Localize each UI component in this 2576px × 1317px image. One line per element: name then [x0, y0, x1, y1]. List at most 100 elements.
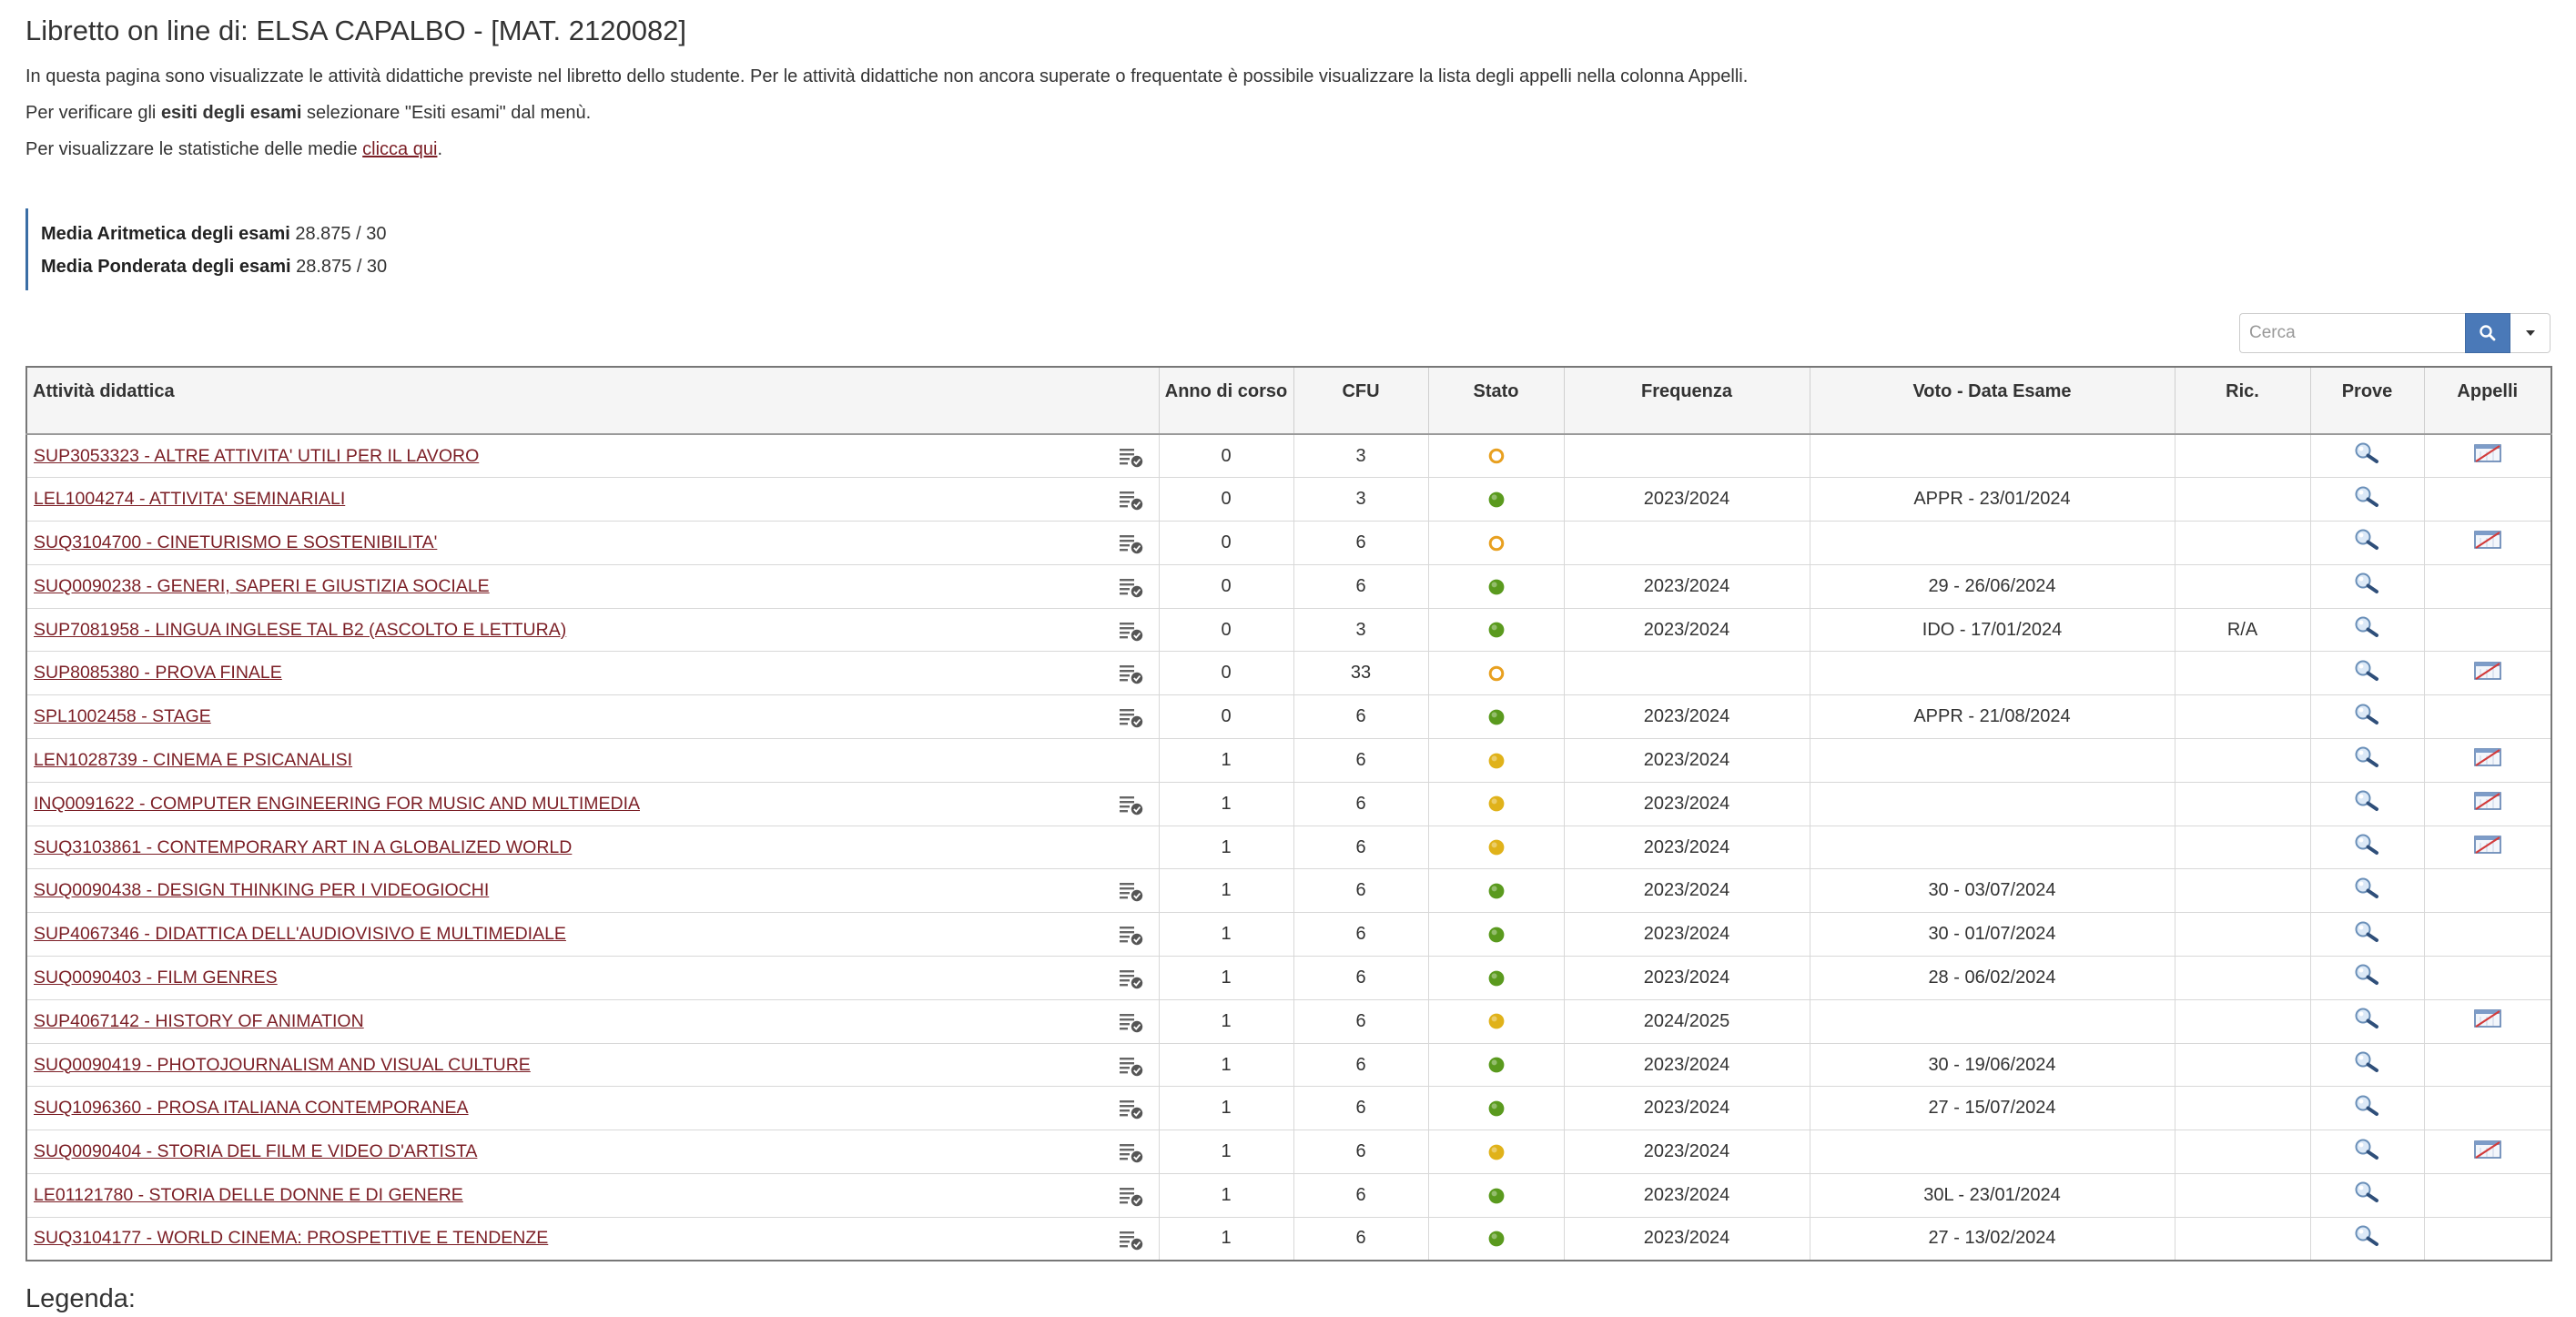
- cell-attivita: SUQ0090438 - DESIGN THINKING PER I VIDEO…: [26, 868, 1160, 913]
- cell-ric: [2175, 912, 2311, 957]
- col-cfu[interactable]: CFU: [1293, 367, 1429, 435]
- activity-link[interactable]: SUQ3103861 - CONTEMPORARY ART IN A GLOBA…: [34, 837, 572, 857]
- cell-anno: 1: [1159, 738, 1294, 783]
- activity-link[interactable]: INQ0091622 - COMPUTER ENGINEERING FOR MU…: [34, 794, 640, 814]
- activity-link[interactable]: SUQ3104177 - WORLD CINEMA: PROSPETTIVE E…: [34, 1228, 548, 1248]
- activity-details-icon[interactable]: [1119, 794, 1144, 816]
- cell-attivita: SPL1002458 - STAGE: [26, 694, 1160, 739]
- activity-details-icon[interactable]: [1119, 1055, 1144, 1077]
- magnifier-icon[interactable]: [2352, 1180, 2383, 1210]
- cell-cfu: 6: [1293, 694, 1429, 739]
- no-appelli-calendar-icon[interactable]: [2473, 1008, 2502, 1035]
- activity-details-icon[interactable]: [1119, 1141, 1144, 1163]
- cell-ric: R/A: [2175, 607, 2311, 652]
- magnifier-icon[interactable]: [2352, 528, 2383, 557]
- activity-link[interactable]: LE01121780 - STORIA DELLE DONNE E DI GEN…: [34, 1185, 463, 1205]
- magnifier-icon[interactable]: [2352, 1050, 2383, 1079]
- magnifier-icon[interactable]: [2352, 745, 2383, 775]
- activity-link[interactable]: SUQ1096360 - PROSA ITALIANA CONTEMPORANE…: [34, 1098, 469, 1118]
- cell-stato: [1428, 433, 1565, 478]
- activity-link[interactable]: SUP4067346 - DIDATTICA DELL'AUDIOVISIVO …: [34, 924, 566, 944]
- activity-details-icon[interactable]: [1119, 532, 1144, 554]
- status-superata-icon: [1487, 1099, 1506, 1118]
- cell-attivita: SUQ0090419 - PHOTOJOURNALISM AND VISUAL …: [26, 1042, 1160, 1087]
- magnifier-icon[interactable]: [2352, 441, 2383, 471]
- no-appelli-calendar-icon[interactable]: [2473, 790, 2502, 817]
- activity-details-icon[interactable]: [1119, 446, 1144, 468]
- search-options-dropdown[interactable]: [2510, 313, 2551, 353]
- cell-attivita: LEL1004274 - ATTIVITA' SEMINARIALI: [26, 477, 1160, 522]
- cell-prove: [2310, 956, 2425, 1000]
- magnifier-icon[interactable]: [2352, 703, 2383, 732]
- col-appelli[interactable]: Appelli: [2424, 367, 2552, 435]
- activity-details-icon[interactable]: [1119, 620, 1144, 642]
- activity-details-icon[interactable]: [1119, 1011, 1144, 1033]
- cell-voto: [1810, 825, 2175, 869]
- cell-voto: 30 - 03/07/2024: [1810, 868, 2175, 913]
- no-appelli-calendar-icon[interactable]: [2473, 746, 2502, 774]
- no-appelli-calendar-icon[interactable]: [2473, 529, 2502, 556]
- magnifier-icon[interactable]: [2352, 1138, 2383, 1167]
- activity-details-icon[interactable]: [1119, 967, 1144, 989]
- clicca-qui-link[interactable]: clicca qui: [362, 139, 437, 159]
- magnifier-icon[interactable]: [2352, 572, 2383, 601]
- activity-link[interactable]: SUP3053323 - ALTRE ATTIVITA' UTILI PER I…: [34, 446, 479, 466]
- magnifier-icon[interactable]: [2352, 833, 2383, 862]
- activity-details-icon[interactable]: [1119, 576, 1144, 598]
- cell-appelli: [2424, 1130, 2552, 1174]
- activity-details-icon[interactable]: [1119, 1229, 1144, 1251]
- activity-details-icon[interactable]: [1119, 1098, 1144, 1119]
- magnifier-icon[interactable]: [2352, 963, 2383, 992]
- cell-ric: [2175, 825, 2311, 869]
- cell-frequenza: 2023/2024: [1564, 1042, 1810, 1087]
- activity-link[interactable]: SUQ0090238 - GENERI, SAPERI E GIUSTIZIA …: [34, 576, 490, 596]
- magnifier-icon[interactable]: [2352, 615, 2383, 644]
- search-input[interactable]: [2239, 313, 2465, 353]
- col-voto[interactable]: Voto - Data Esame: [1810, 367, 2175, 435]
- magnifier-icon[interactable]: [2352, 485, 2383, 514]
- cell-anno: 1: [1159, 1216, 1294, 1261]
- libretto-body: SUP3053323 - ALTRE ATTIVITA' UTILI PER I…: [26, 433, 2552, 1261]
- col-attivita[interactable]: Attività didattica: [26, 367, 1160, 435]
- activity-details-icon[interactable]: [1119, 1185, 1144, 1207]
- activity-details-icon[interactable]: [1119, 489, 1144, 511]
- activity-link[interactable]: SUQ0090438 - DESIGN THINKING PER I VIDEO…: [34, 880, 489, 900]
- magnifier-icon[interactable]: [2352, 1224, 2383, 1253]
- activity-link[interactable]: SUP4067142 - HISTORY OF ANIMATION: [34, 1011, 364, 1031]
- activity-link[interactable]: LEL1004274 - ATTIVITA' SEMINARIALI: [34, 489, 345, 509]
- activity-link[interactable]: SUQ0090404 - STORIA DEL FILM E VIDEO D'A…: [34, 1141, 477, 1161]
- col-frequenza[interactable]: Frequenza: [1564, 367, 1810, 435]
- activity-link[interactable]: SPL1002458 - STAGE: [34, 706, 211, 726]
- magnifier-icon[interactable]: [2352, 920, 2383, 949]
- magnifier-icon[interactable]: [2352, 1094, 2383, 1123]
- activity-link[interactable]: SUQ0090403 - FILM GENRES: [34, 967, 278, 988]
- no-appelli-calendar-icon[interactable]: [2473, 442, 2502, 470]
- cell-frequenza: 2023/2024: [1564, 1130, 1810, 1174]
- col-prove[interactable]: Prove: [2310, 367, 2425, 435]
- col-ric[interactable]: Ric.: [2175, 367, 2311, 435]
- no-appelli-calendar-icon[interactable]: [2473, 660, 2502, 687]
- activity-details-icon[interactable]: [1119, 663, 1144, 684]
- activity-details-icon[interactable]: [1119, 880, 1144, 902]
- activity-link[interactable]: SUP7081958 - LINGUA INGLESE TAL B2 (ASCO…: [34, 620, 566, 640]
- no-appelli-calendar-icon[interactable]: [2473, 1139, 2502, 1166]
- table-row: SUQ0090404 - STORIA DEL FILM E VIDEO D'A…: [26, 1130, 2552, 1174]
- cell-frequenza: 2023/2024: [1564, 477, 1810, 522]
- activity-link[interactable]: LEN1028739 - CINEMA E PSICANALISI: [34, 750, 352, 770]
- col-anno[interactable]: Anno di corso: [1159, 367, 1294, 435]
- activity-link[interactable]: SUP8085380 - PROVA FINALE: [34, 663, 282, 683]
- cell-anno: 0: [1159, 607, 1294, 652]
- activity-details-icon[interactable]: [1119, 924, 1144, 946]
- media-ponderata: Media Ponderata degli esami 28.875 / 30: [41, 257, 388, 277]
- activity-link[interactable]: SUQ0090419 - PHOTOJOURNALISM AND VISUAL …: [34, 1055, 531, 1075]
- activity-details-icon[interactable]: [1119, 706, 1144, 728]
- no-appelli-calendar-icon[interactable]: [2473, 834, 2502, 861]
- cell-prove: [2310, 521, 2425, 565]
- search-button[interactable]: [2465, 313, 2510, 353]
- magnifier-icon[interactable]: [2352, 1007, 2383, 1036]
- magnifier-icon[interactable]: [2352, 876, 2383, 906]
- magnifier-icon[interactable]: [2352, 659, 2383, 688]
- activity-link[interactable]: SUQ3104700 - CINETURISMO E SOSTENIBILITA…: [34, 532, 437, 552]
- col-stato[interactable]: Stato: [1428, 367, 1565, 435]
- magnifier-icon[interactable]: [2352, 789, 2383, 818]
